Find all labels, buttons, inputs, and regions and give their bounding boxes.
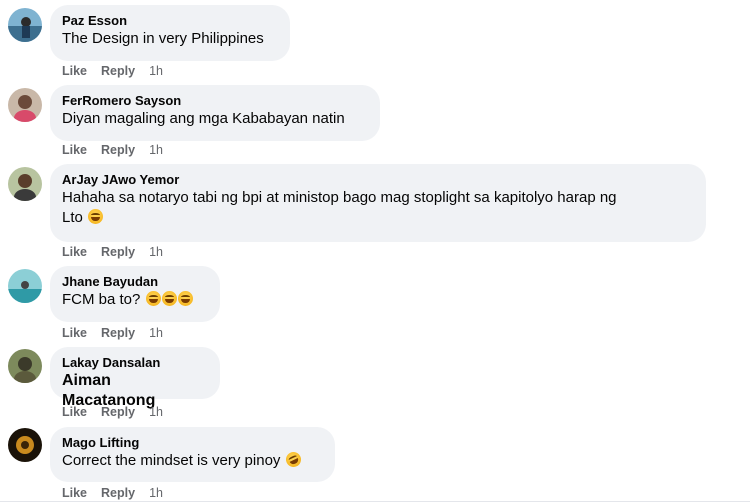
reply-button[interactable]: Reply: [101, 143, 135, 157]
comment-text-line: Hahaha sa notaryo tabi ng bpi at ministo…: [62, 189, 617, 206]
comment-actions: Like Reply 1h: [62, 325, 163, 341]
like-button[interactable]: Like: [62, 486, 87, 500]
avatar[interactable]: [8, 269, 42, 303]
reply-button[interactable]: Reply: [101, 326, 135, 340]
comment-text-line: Lto: [62, 208, 694, 228]
comment-author[interactable]: Paz Esson: [62, 12, 278, 29]
rofl-emoji-icon: [283, 449, 304, 470]
divider: [0, 501, 750, 502]
comment-text: Lto: [62, 209, 83, 226]
comment-actions: Like Reply 1h: [62, 244, 163, 260]
avatar[interactable]: [8, 8, 42, 42]
comment-text-line: Correct the mindset is very pinoy: [62, 449, 323, 471]
comment-actions: Like Reply 1h: [62, 63, 163, 79]
comment-bubble: Paz Esson The Design in very Philippines: [50, 5, 290, 61]
comment-author[interactable]: FerRomero Sayson: [62, 92, 368, 109]
avatar[interactable]: [8, 167, 42, 201]
comment-author[interactable]: Lakay Dansalan: [62, 354, 208, 371]
reply-button[interactable]: Reply: [101, 405, 135, 419]
comment-bubble: Mago Lifting Correct the mindset is very…: [50, 427, 335, 482]
avatar[interactable]: [8, 88, 42, 122]
reply-button[interactable]: Reply: [101, 245, 135, 259]
comment-author[interactable]: ArJay JAwo Yemor: [62, 171, 694, 188]
comment-actions: Like Reply 1h: [62, 485, 163, 501]
laughing-emoji-icon: [88, 209, 104, 224]
comment-text: Correct the mindset is very pinoy: [62, 452, 281, 469]
laughing-emoji-icon: [161, 291, 177, 306]
comment-time[interactable]: 1h: [149, 64, 163, 78]
comment-text: FCM ba to?: [62, 291, 141, 308]
comment-actions: Like Reply 1h: [62, 142, 163, 158]
comment-time[interactable]: 1h: [149, 405, 163, 419]
like-button[interactable]: Like: [62, 326, 87, 340]
avatar[interactable]: [8, 428, 42, 462]
like-button[interactable]: Like: [62, 143, 87, 157]
comment-bubble: Lakay Dansalan Aiman Macatanong: [50, 347, 220, 409]
comment-text: The Design in very Philippines: [62, 30, 264, 47]
reply-button[interactable]: Reply: [101, 486, 135, 500]
like-button[interactable]: Like: [62, 64, 87, 78]
comment-text-line: FCM ba to?: [62, 290, 208, 310]
comment-time[interactable]: 1h: [149, 326, 163, 340]
comment-time[interactable]: 1h: [149, 245, 163, 259]
comment-author[interactable]: Jhane Bayudan: [62, 273, 208, 290]
comment-time[interactable]: 1h: [149, 486, 163, 500]
like-button[interactable]: Like: [62, 245, 87, 259]
comment-time[interactable]: 1h: [149, 143, 163, 157]
comment-bubble: FerRomero Sayson Diyan magaling ang mga …: [50, 85, 380, 141]
reply-button[interactable]: Reply: [101, 64, 135, 78]
like-button[interactable]: Like: [62, 405, 87, 419]
comment-text: Diyan magaling ang mga Kababayan natin: [62, 110, 345, 127]
laughing-emoji-icon: [145, 291, 161, 306]
comment-actions: Like Reply 1h: [62, 404, 163, 420]
avatar[interactable]: [8, 349, 42, 383]
comment-bubble: Jhane Bayudan FCM ba to?: [50, 266, 220, 322]
comment-author[interactable]: Mago Lifting: [62, 434, 323, 451]
laughing-emoji-icon: [177, 291, 193, 306]
comment-bubble: ArJay JAwo Yemor Hahaha sa notaryo tabi …: [50, 164, 706, 242]
